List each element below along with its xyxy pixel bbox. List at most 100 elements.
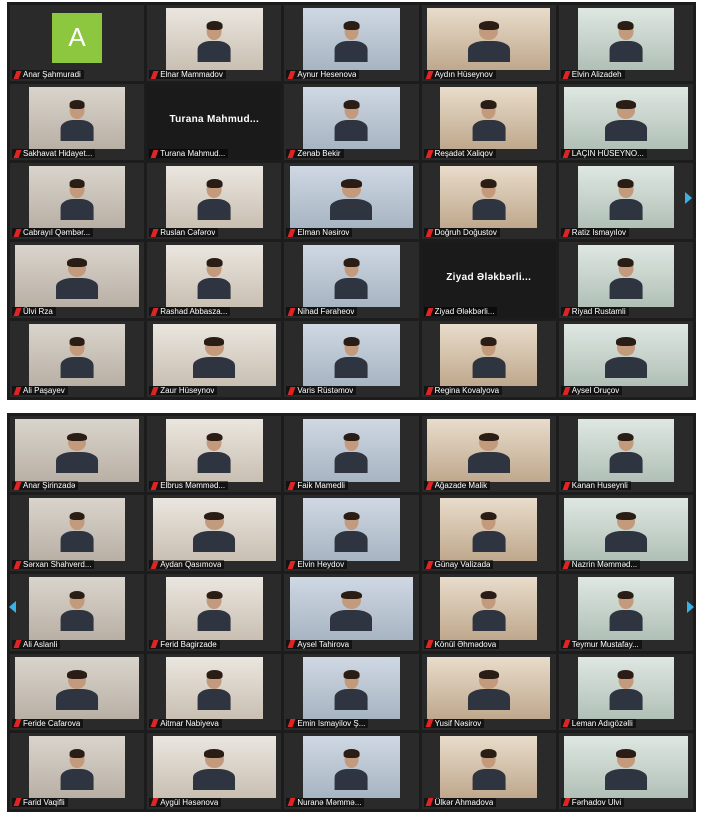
participant-tile[interactable]: Sakhavat Hidayet... — [10, 84, 145, 160]
participant-tile[interactable]: Anar Şirinzadə — [10, 416, 145, 493]
participant-tile[interactable]: Elvin Alizadeh — [558, 5, 693, 81]
participant-name: Zenab Bekir — [297, 149, 341, 158]
participant-tile[interactable]: Aysel Oruçov — [558, 321, 693, 397]
participant-name-label: Anar Şahmuradi — [12, 70, 84, 79]
participant-name: Aitmar Nabiyeva — [160, 718, 219, 728]
participant-tile[interactable]: Elnar Mammadov — [147, 5, 282, 81]
participant-tile[interactable]: Farid Vaqifli — [10, 732, 145, 809]
muted-mic-icon — [425, 386, 434, 395]
participant-tile[interactable]: Teymur Mustafay... — [558, 574, 693, 651]
participant-name-label: Nihad Fəraheov — [286, 307, 358, 316]
participant-video — [289, 577, 414, 640]
next-page-arrow-icon[interactable] — [687, 601, 694, 613]
participant-tile[interactable]: Günay Valizada — [421, 495, 556, 572]
participant-tile[interactable]: Nuranə Məmmə... — [284, 732, 419, 809]
participant-tile[interactable]: Fərhadov Ulvi — [558, 732, 693, 809]
participant-figure — [197, 590, 231, 632]
participant-name: Sərxan Shahverd... — [23, 560, 92, 570]
muted-mic-icon — [150, 307, 159, 316]
participant-tile[interactable]: Elvin Heydov — [284, 495, 419, 572]
participant-figure — [56, 432, 99, 473]
participant-tile[interactable]: Reşadət Xaliqov — [421, 84, 556, 160]
participant-tile[interactable]: Ali Paşayev — [10, 321, 145, 397]
participant-figure — [335, 432, 368, 473]
participant-figure — [60, 749, 94, 790]
participant-tile[interactable]: Aygül Həsənova — [147, 732, 282, 809]
participant-tile[interactable]: Zaur Hüseynov — [147, 321, 282, 397]
participant-tile[interactable]: Emin Ismayilov Ş... — [284, 653, 419, 730]
participant-tile[interactable]: Rashad Abbasza... — [147, 242, 282, 318]
participant-name-label: Elbrus Məmməd... — [149, 481, 229, 491]
muted-mic-icon — [287, 228, 296, 237]
participant-tile[interactable]: Leman Adıgözəlli — [558, 653, 693, 730]
participant-name-label: Aydın Hüseynov — [423, 70, 496, 79]
participant-tile[interactable]: Könül Əhmədova — [421, 574, 556, 651]
participant-tile[interactable]: Sərxan Shahverd... — [10, 495, 145, 572]
muted-mic-icon — [150, 149, 159, 158]
participant-tile[interactable]: Elman Nəsirov — [284, 163, 419, 239]
participant-name: Regina Kovalyova — [434, 386, 500, 395]
participant-tile[interactable]: A Anar Şahmuradi — [10, 5, 145, 81]
participant-name-label: Zenab Bekir — [286, 149, 344, 158]
participant-tile[interactable]: Riyad Rustamli — [558, 242, 693, 318]
previous-page-arrow-icon[interactable] — [9, 601, 16, 613]
participant-video — [303, 735, 400, 799]
participant-tile[interactable]: Ruslan Cəfərov — [147, 163, 282, 239]
muted-mic-icon — [562, 149, 571, 158]
participant-tile[interactable]: LAÇIN HÜSEYNO... — [558, 84, 693, 160]
participant-name-label: Aynur Hesenova — [286, 70, 360, 79]
participant-tile[interactable]: Turana Mahmud... Turana Mahmud... — [147, 84, 282, 160]
participant-tile[interactable]: Aydın Hüseynov — [421, 5, 556, 81]
participant-tile[interactable]: Ülkər Ahmadova — [421, 732, 556, 809]
participant-tile[interactable]: Aynur Hesenova — [284, 5, 419, 81]
avatar: A — [52, 12, 103, 63]
participant-video — [426, 419, 551, 482]
participant-tile[interactable]: Aitmar Nabiyeva — [147, 653, 282, 730]
next-page-arrow-icon[interactable] — [685, 192, 692, 204]
participant-tile[interactable]: Yusif Nəsirov — [421, 653, 556, 730]
participant-tile[interactable]: Kanan Huseynli — [558, 416, 693, 493]
participant-tile[interactable]: Feride Cafarova — [10, 653, 145, 730]
participant-video — [564, 87, 688, 150]
participant-tile[interactable]: Cabrayıl Qəmbər... — [10, 163, 145, 239]
participant-tile[interactable]: Ağazade Malik — [421, 416, 556, 493]
participant-figure — [193, 511, 236, 552]
participant-name: Rashad Abbasza... — [160, 307, 228, 316]
participant-display-name: Turana Mahmud... — [169, 114, 260, 126]
participant-figure — [335, 21, 368, 62]
participant-name-label: Regina Kovalyova — [423, 386, 503, 395]
participant-tile[interactable]: Zenab Bekir — [284, 84, 419, 160]
muted-mic-icon — [425, 719, 434, 728]
muted-mic-icon — [13, 149, 22, 158]
participant-figure — [467, 21, 510, 62]
participant-tile[interactable]: Ziyad Ələkbərli... Ziyad Ələkbərli... — [421, 242, 556, 318]
participant-figure — [335, 511, 368, 552]
participant-tile[interactable]: Regina Kovalyova — [421, 321, 556, 397]
participant-name: Faik Mamedli — [297, 481, 345, 491]
participant-tile[interactable]: Aydan Qasımova — [147, 495, 282, 572]
participant-tile[interactable]: Aysel Tahirova — [284, 574, 419, 651]
participant-tile[interactable]: Nihad Fəraheov — [284, 242, 419, 318]
participant-name-label: Nuranə Məmmə... — [286, 797, 365, 807]
participant-tile[interactable]: Ferid Bagirzade — [147, 574, 282, 651]
participant-name-label: Ratiz Ismayılov — [560, 228, 630, 237]
participant-tile[interactable]: Nazrin Məmməd... — [558, 495, 693, 572]
participant-tile[interactable]: Ülvi Rza — [10, 242, 145, 318]
participant-name: Sakhavat Hidayet... — [23, 149, 93, 158]
participant-tile[interactable]: Ali Aslanli — [10, 574, 145, 651]
participant-tile[interactable]: Ratiz Ismayılov — [558, 163, 693, 239]
participant-figure — [197, 432, 231, 473]
participant-name-label: Ziyad Ələkbərli... — [423, 307, 498, 316]
muted-mic-icon — [150, 70, 159, 79]
participant-tile[interactable]: Elbrus Məmməd... — [147, 416, 282, 493]
participant-video — [564, 735, 688, 799]
muted-mic-icon — [425, 149, 434, 158]
participant-video — [577, 245, 675, 308]
participant-name-label: Aydan Qasımova — [149, 560, 225, 570]
participant-tile[interactable]: Varis Rüstəmov — [284, 321, 419, 397]
participant-tile[interactable]: Doğruh Doğustov — [421, 163, 556, 239]
participant-video — [564, 498, 688, 561]
participant-tile[interactable]: Faik Mamedli — [284, 416, 419, 493]
participant-name-label: Elvin Alizadeh — [560, 70, 625, 79]
participant-name: Ali Paşayev — [23, 386, 65, 395]
